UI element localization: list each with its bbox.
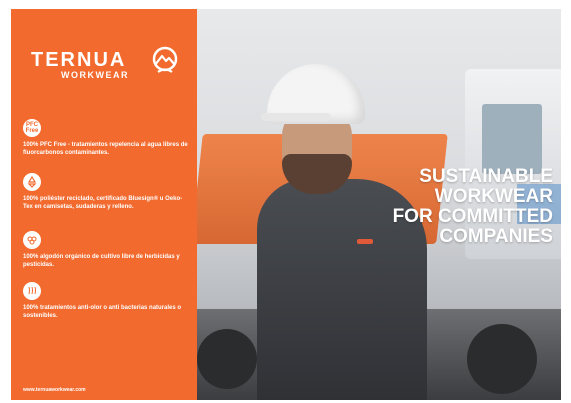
hard-hat-brim bbox=[261, 113, 331, 121]
headline-line: COMPANIES bbox=[439, 226, 553, 247]
brand-subtitle: WORKWEAR bbox=[61, 70, 129, 80]
feature-organic-cotton: 100% algodón orgánico de cultivo libre d… bbox=[23, 231, 189, 269]
headline-line: SUSTAINABLE bbox=[419, 166, 553, 187]
feature-anti-odor: 100% tratamientos anti-olor o anti bacte… bbox=[23, 282, 189, 320]
website-link[interactable]: www.ternuaworkwear.com bbox=[23, 387, 86, 393]
pfc-free-icon: PFC Free bbox=[23, 119, 41, 137]
feature-text: 100% PFC Free - tratamientos repelencia … bbox=[23, 142, 188, 156]
ternua-mountain-icon bbox=[152, 46, 178, 73]
brand-name: TERNUA bbox=[31, 49, 127, 71]
recycled-icon bbox=[23, 173, 41, 191]
brand-panel: TERNUA WORKWEAR PFC Free 100% PFC Free -… bbox=[11, 9, 197, 400]
feature-recycled: 100% poliéster reciclado, certificado Bl… bbox=[23, 173, 189, 211]
feature-text: 100% algodón orgánico de cultivo libre d… bbox=[23, 254, 180, 268]
headline-line: FOR COMMITTED bbox=[392, 206, 553, 227]
truck-wheel bbox=[467, 324, 537, 394]
headline: SUSTAINABLE WORKWEAR FOR COMMITTED COMPA… bbox=[323, 167, 553, 247]
brand-logo: TERNUA WORKWEAR bbox=[31, 43, 181, 83]
organic-cotton-icon bbox=[23, 231, 41, 249]
truck-window bbox=[482, 104, 542, 174]
feature-text: 100% tratamientos anti-olor o anti bacte… bbox=[23, 305, 182, 319]
anti-odor-icon bbox=[23, 282, 41, 300]
feature-text: 100% poliéster reciclado, certificado Bl… bbox=[23, 196, 183, 210]
feature-pfc-free: PFC Free 100% PFC Free - tratamientos re… bbox=[23, 119, 189, 157]
headline-line: WORKWEAR bbox=[434, 186, 553, 207]
truck-wheel bbox=[197, 329, 257, 389]
brochure-page: TERNUA WORKWEAR PFC Free 100% PFC Free -… bbox=[11, 9, 561, 400]
hero-photo: SUSTAINABLE WORKWEAR FOR COMMITTED COMPA… bbox=[197, 9, 561, 400]
